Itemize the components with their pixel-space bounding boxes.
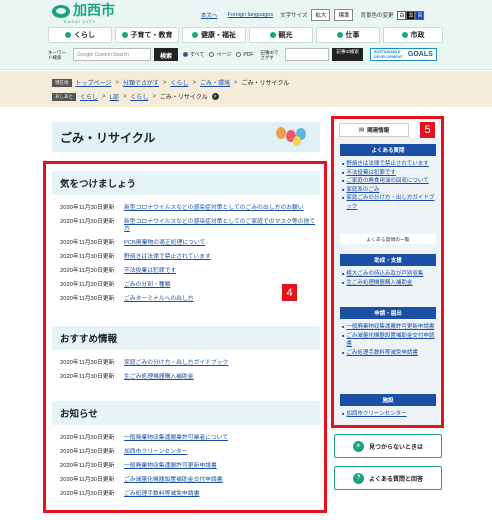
nav-shisei[interactable]: 市政 <box>383 27 443 43</box>
work-icon <box>336 32 343 38</box>
highlight-box-5 <box>331 116 444 428</box>
bg-color-label: 背景色の変更 <box>360 13 394 19</box>
site-logo[interactable]: 加西市 <box>52 3 115 19</box>
bg-white-button[interactable]: 白 <box>397 10 407 20</box>
search-icon: ⌕ <box>352 440 364 452</box>
question-icon: ? <box>352 472 364 484</box>
clear-history-icon[interactable]: × <box>211 93 219 100</box>
faq-answers-button[interactable]: ? よくある質問と回答 <box>334 466 442 490</box>
breadcrumb-link[interactable]: くらし <box>170 78 188 87</box>
nav-kosodate[interactable]: 子育て・教育 <box>115 27 179 43</box>
nav-kurashi[interactable]: くらし <box>48 27 112 43</box>
not-found-button[interactable]: ⌕ 見つからないときは <box>334 434 442 458</box>
radio-pdf[interactable]: PDF <box>236 52 253 58</box>
keyword-search-label: キーワード検索 <box>48 49 66 60</box>
page-id-input[interactable] <box>285 48 330 61</box>
camera-icon <box>269 32 276 38</box>
current-location-tag: 現在地 <box>52 78 72 87</box>
history-tag: あしあと <box>52 92 76 101</box>
annotation-badge-5: 5 <box>420 122 435 138</box>
skip-to-content-link[interactable]: 本文へ <box>198 11 221 19</box>
nav-kenko[interactable]: 健康・福祉 <box>182 27 246 43</box>
history-link[interactable]: L部 <box>110 92 119 101</box>
child-icon <box>121 32 128 38</box>
search-bar: キーワード検索 Google Custom Search 検索 すべて ページ … <box>48 48 437 61</box>
foreign-languages-link[interactable]: Foreign languages <box>225 12 277 18</box>
radio-all[interactable]: すべて <box>183 51 204 58</box>
breadcrumb: 現在地 トップページ > 分類でさがす > くらし > ごみ・環境 > ごみ・リサイクル <box>52 78 289 87</box>
radio-dot-icon <box>183 52 189 57</box>
site-header: 加西市 KASAI CITY 本文へ Foreign languages 文字サ… <box>0 0 492 70</box>
history-link[interactable]: くらし <box>80 92 98 101</box>
search-button[interactable]: 検索 <box>154 48 179 61</box>
highlight-box-4 <box>43 161 327 513</box>
breadcrumb-link[interactable]: トップページ <box>76 78 112 87</box>
health-icon <box>192 32 198 38</box>
breadcrumb-current: ごみ・リサイクル <box>241 81 290 87</box>
page-title: ごみ・リサイクル <box>60 130 156 145</box>
font-size-standard-button[interactable]: 標準 <box>334 9 354 21</box>
history-trail: あしあと くらし > L部 > くらし > ごみ・リサイクル × <box>52 92 219 101</box>
utility-bar: 本文へ Foreign languages 文字サイズ 拡大 標準 背景色の変更… <box>198 9 425 21</box>
page-id-search-button[interactable]: 記事ID検索 <box>332 48 363 61</box>
history-current: ごみ・リサイクル <box>159 95 208 101</box>
breadcrumb-link[interactable]: ごみ・環境 <box>200 78 230 87</box>
sdgs-banner[interactable]: SUSTAINABLE DEVELOPMENT GOALS <box>369 48 437 61</box>
breadcrumb-area: 現在地 トップページ > 分類でさがす > くらし > ごみ・環境 > ごみ・リサイクル… <box>0 71 492 107</box>
nav-shigoto[interactable]: 仕事 <box>316 27 380 43</box>
radio-dot-icon <box>209 52 215 57</box>
radio-page[interactable]: ページ <box>209 51 231 58</box>
logo-text: 加西市 <box>73 3 115 19</box>
bg-blue-button[interactable]: 青 <box>415 10 425 20</box>
history-link[interactable]: くらし <box>130 92 148 101</box>
annotation-badge-4: 4 <box>282 284 297 301</box>
radio-dot-icon <box>236 52 242 57</box>
search-input[interactable]: Google Custom Search <box>73 48 151 61</box>
page-id-label: 記事IDでさがす <box>260 49 279 60</box>
font-size-label: 文字サイズ <box>280 13 308 19</box>
breadcrumb-link[interactable]: 分類でさがす <box>123 78 159 87</box>
city-hall-icon <box>401 32 408 38</box>
logo-subtitle: KASAI CITY <box>64 19 97 24</box>
nav-kanko[interactable]: 観光 <box>249 27 313 43</box>
bg-black-button[interactable]: 黒 <box>406 10 416 20</box>
main-nav: くらし 子育て・教育 健康・福祉 観光 仕事 市政 <box>48 27 443 43</box>
font-size-large-button[interactable]: 拡大 <box>311 9 331 21</box>
logo-mark-icon <box>52 5 70 18</box>
balloon-decoration-icon <box>276 127 306 146</box>
home-icon <box>65 32 71 38</box>
